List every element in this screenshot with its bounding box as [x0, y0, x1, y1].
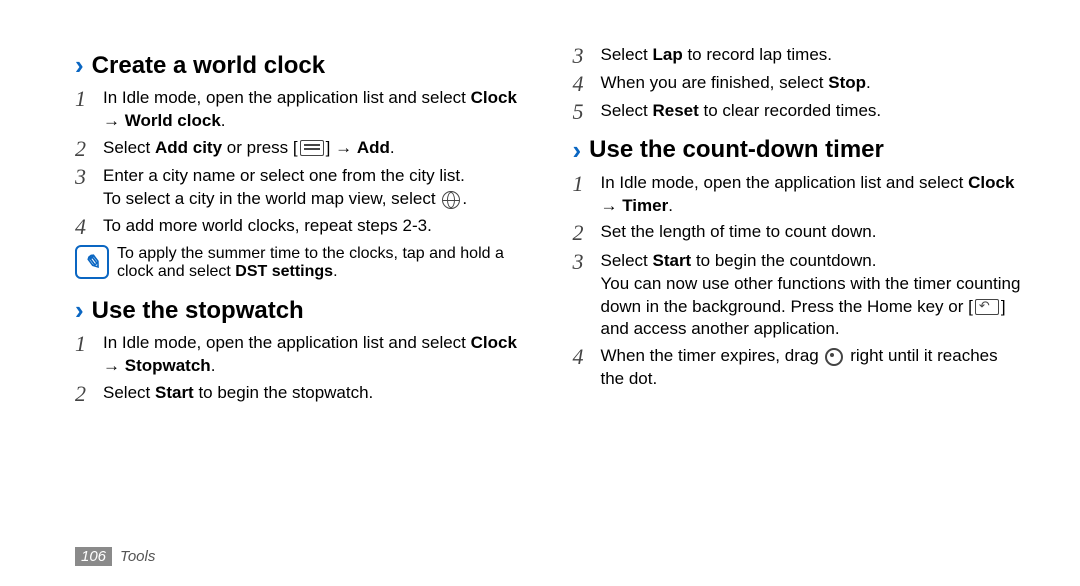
section-name: Tools [120, 548, 155, 565]
step-number: 4 [573, 345, 591, 391]
step-text: In Idle mode, open the application list … [601, 172, 1026, 218]
right-column: 3 Select Lap to record lap times. 4 When… [573, 40, 1026, 547]
step-text: Select Start to begin the stopwatch. [103, 382, 373, 406]
step-text: Select Start to begin the countdown.You … [601, 250, 1026, 342]
step-text: In Idle mode, open the application list … [103, 332, 528, 378]
step-text: Select Reset to clear recorded times. [601, 100, 882, 124]
drag-ring-icon [825, 348, 843, 366]
step-2: 2 Set the length of time to count down. [573, 221, 1026, 245]
step-number: 5 [573, 100, 591, 124]
step-number: 3 [75, 165, 93, 211]
heading-stopwatch: Use the stopwatch [75, 295, 528, 326]
heading-timer: Use the count-down timer [573, 135, 1026, 166]
note-dst: ✎ To apply the summer time to the clocks… [75, 245, 528, 281]
step-text: Set the length of time to count down. [601, 221, 877, 245]
step-2: 2 Select Start to begin the stopwatch. [75, 382, 528, 406]
step-4: 4 To add more world clocks, repeat steps… [75, 215, 528, 239]
step-number: 4 [573, 72, 591, 96]
page-number: 106 [75, 547, 112, 566]
step-1: 1 In Idle mode, open the application lis… [573, 172, 1026, 218]
step-4: 4 When the timer expires, drag right unt… [573, 345, 1026, 391]
step-5: 5 Select Reset to clear recorded times. [573, 100, 1026, 124]
globe-icon [442, 191, 460, 209]
stopwatch-steps-cont: 3 Select Lap to record lap times. 4 When… [573, 44, 1026, 125]
step-number: 1 [75, 332, 93, 378]
step-3: 3 Select Start to begin the countdown.Yo… [573, 250, 1026, 342]
page-footer: 106 Tools [75, 547, 1025, 566]
step-text: To add more world clocks, repeat steps 2… [103, 215, 432, 239]
step-1: 1 In Idle mode, open the application lis… [75, 332, 528, 378]
note-icon: ✎ [75, 245, 109, 279]
step-text: When you are finished, select Stop. [601, 72, 871, 96]
world-clock-steps: 1 In Idle mode, open the application lis… [75, 87, 528, 239]
step-3: 3 Enter a city name or select one from t… [75, 165, 528, 211]
step-text: Select Add city or press [] → Add. [103, 137, 395, 161]
step-3: 3 Select Lap to record lap times. [573, 44, 1026, 68]
step-text: In Idle mode, open the application list … [103, 87, 528, 133]
step-4: 4 When you are finished, select Stop. [573, 72, 1026, 96]
menu-key-icon [300, 140, 324, 156]
step-2: 2 Select Add city or press [] → Add. [75, 137, 528, 161]
left-column: Create a world clock 1 In Idle mode, ope… [75, 40, 528, 547]
timer-steps: 1 In Idle mode, open the application lis… [573, 172, 1026, 392]
step-number: 3 [573, 44, 591, 68]
step-text: Select Lap to record lap times. [601, 44, 833, 68]
step-number: 2 [573, 221, 591, 245]
note-text: To apply the summer time to the clocks, … [117, 245, 528, 281]
two-column-layout: Create a world clock 1 In Idle mode, ope… [75, 40, 1025, 547]
step-number: 2 [75, 382, 93, 406]
back-key-icon [975, 299, 999, 315]
step-1: 1 In Idle mode, open the application lis… [75, 87, 528, 133]
step-number: 2 [75, 137, 93, 161]
step-text: When the timer expires, drag right until… [601, 345, 1026, 391]
step-text: Enter a city name or select one from the… [103, 165, 467, 211]
manual-page: Create a world clock 1 In Idle mode, ope… [0, 0, 1080, 586]
heading-world-clock: Create a world clock [75, 50, 528, 81]
step-number: 3 [573, 250, 591, 342]
step-number: 1 [573, 172, 591, 218]
step-number: 1 [75, 87, 93, 133]
step-number: 4 [75, 215, 93, 239]
stopwatch-steps: 1 In Idle mode, open the application lis… [75, 332, 528, 406]
